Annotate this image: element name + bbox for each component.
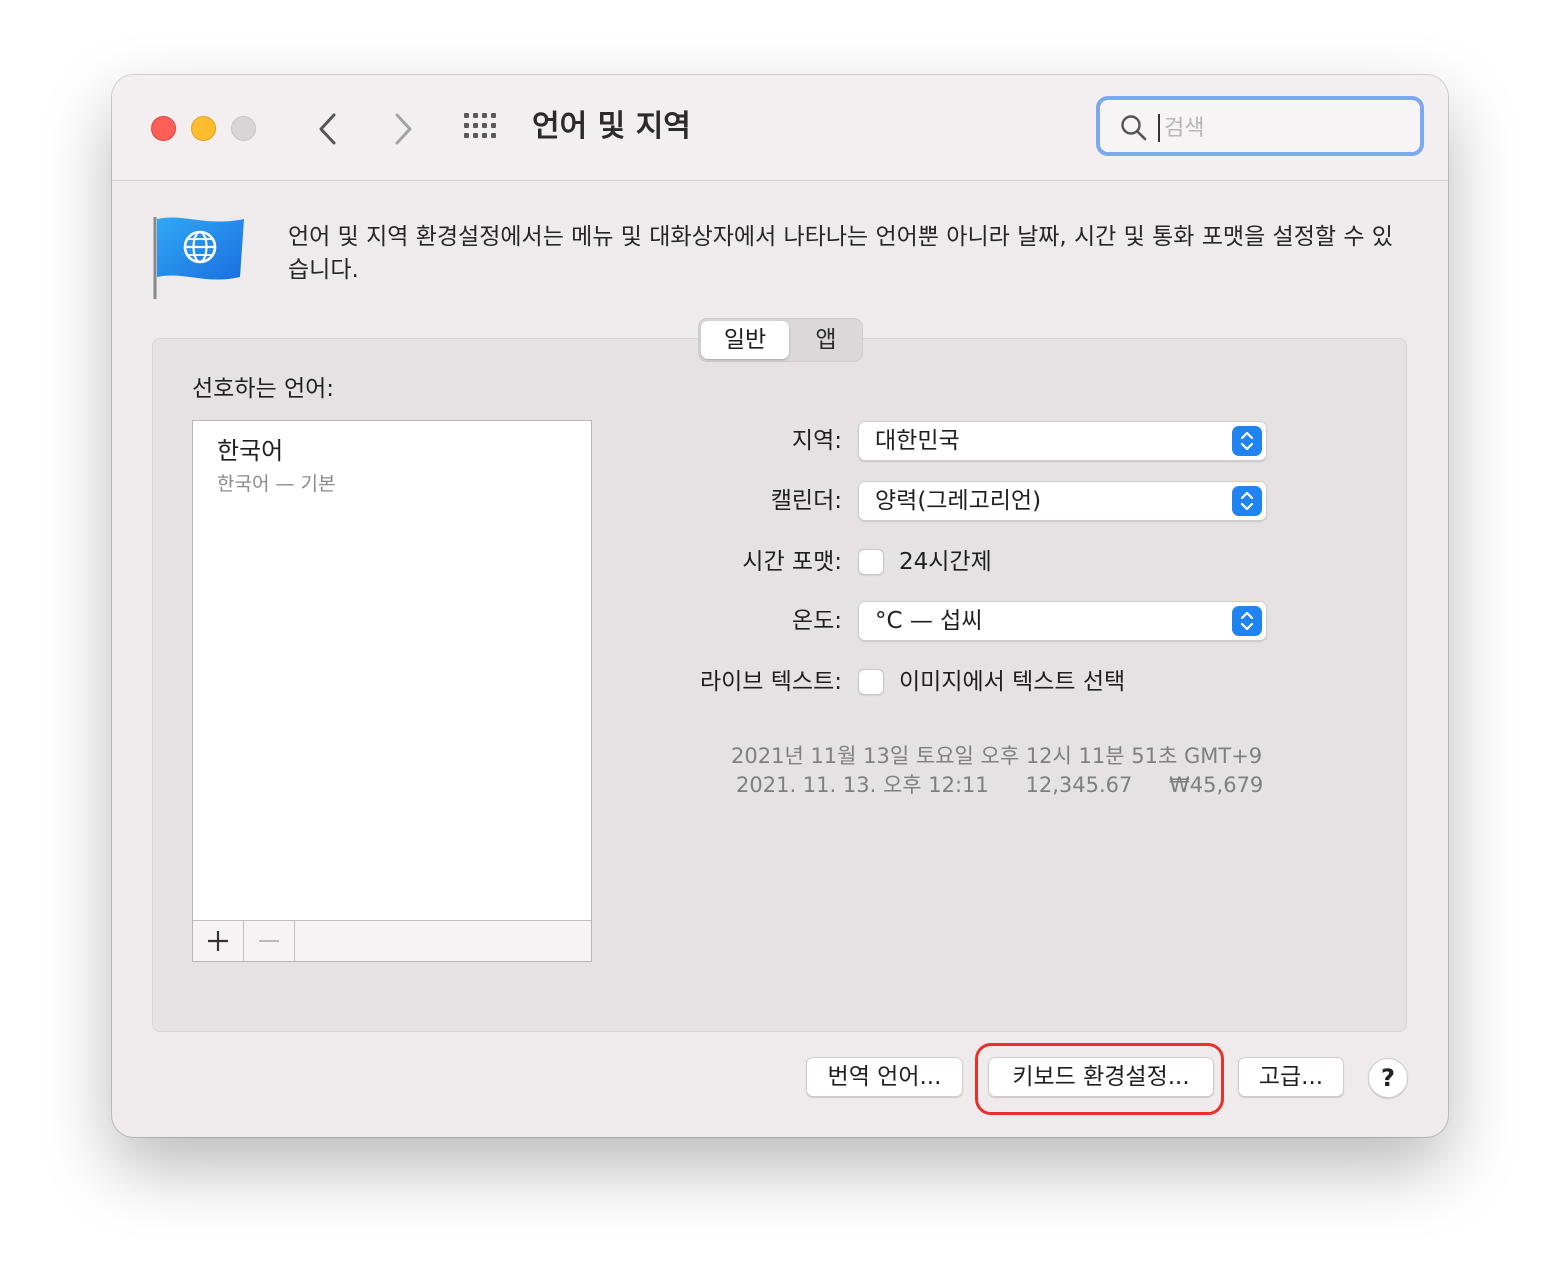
list-toolbar	[193, 920, 591, 961]
region-label: 지역:	[791, 428, 842, 454]
sample-currency: ₩45,679	[1169, 773, 1264, 797]
chevron-left-icon	[319, 113, 336, 145]
plus-icon	[208, 931, 228, 951]
zoom-button[interactable]	[231, 116, 256, 141]
region-popup[interactable]: 대한민국	[858, 421, 1267, 461]
popup-stepper-icon	[1232, 606, 1262, 636]
live-text-checkbox-label[interactable]: 이미지에서 텍스트 선택	[899, 662, 1125, 702]
temperature-label: 온도:	[791, 608, 842, 634]
show-all-grid-icon[interactable]	[464, 113, 504, 143]
calendar-label: 캘린더:	[770, 488, 842, 514]
language-item-name[interactable]: 한국어	[217, 435, 283, 467]
tab-apps[interactable]: 앱	[791, 321, 861, 359]
forward-button[interactable]	[383, 109, 423, 149]
sample-number: 12,345.67	[1025, 773, 1133, 797]
titlebar: 언어 및 지역	[112, 75, 1448, 181]
temperature-popup[interactable]: °C — 섭씨	[858, 601, 1267, 641]
live-text-checkbox[interactable]	[858, 669, 884, 695]
time-format-label: 시간 포맷:	[742, 549, 842, 575]
globe-flag-icon	[153, 217, 244, 299]
add-language-button[interactable]	[193, 921, 244, 961]
window-title: 언어 및 지역	[532, 109, 691, 144]
live-text-label: 라이브 텍스트:	[699, 669, 842, 695]
sample-short-date: 2021. 11. 13. 오후 12:11	[736, 773, 989, 797]
calendar-popup[interactable]: 양력(그레고리언)	[858, 481, 1267, 521]
24-hour-checkbox[interactable]	[858, 549, 884, 575]
search-field[interactable]	[1096, 96, 1424, 156]
tab-general[interactable]: 일반	[701, 321, 789, 359]
chevron-right-icon	[395, 113, 412, 145]
region-value: 대한민국	[875, 428, 960, 454]
minus-icon	[259, 940, 279, 942]
language-item-subtitle: 한국어 — 기본	[217, 473, 336, 495]
close-button[interactable]	[151, 116, 176, 141]
help-button[interactable]: ?	[1368, 1058, 1408, 1098]
sample-formats-row: 2021. 11. 13. 오후 12:11 12,345.67 ₩45,679	[736, 770, 1263, 800]
pane-description: 언어 및 지역 환경설정에서는 메뉴 및 대화상자에서 나타나는 언어뿐 아니라…	[288, 224, 1393, 283]
24-hour-checkbox-label[interactable]: 24시간제	[899, 542, 992, 582]
back-button[interactable]	[308, 109, 348, 149]
remove-language-button[interactable]	[244, 921, 295, 961]
temperature-value: °C — 섭씨	[875, 608, 983, 634]
keyboard-preferences-button[interactable]: 키보드 환경설정...	[988, 1057, 1214, 1097]
preferred-languages-label: 선호하는 언어:	[192, 376, 335, 402]
popup-stepper-icon	[1232, 486, 1262, 516]
sample-long-date: 2021년 11월 13일 토요일 오후 12시 11분 51초 GMT+9	[731, 744, 1263, 768]
advanced-button[interactable]: 고급...	[1238, 1057, 1344, 1097]
system-preferences-window: 언어 및 지역 언어 및 지역 환경설정에서는 메뉴 및 대화상자에서 나타나는…	[112, 75, 1448, 1137]
search-icon	[1121, 115, 1147, 141]
popup-stepper-icon	[1232, 426, 1262, 456]
preferred-languages-list[interactable]: 한국어 한국어 — 기본	[192, 420, 592, 962]
calendar-value: 양력(그레고리언)	[875, 488, 1042, 514]
search-input[interactable]	[1162, 108, 1406, 148]
translation-languages-button[interactable]: 번역 언어...	[806, 1057, 963, 1097]
minimize-button[interactable]	[191, 116, 216, 141]
text-caret	[1158, 114, 1160, 142]
tab-control: 일반 앱	[698, 318, 863, 362]
